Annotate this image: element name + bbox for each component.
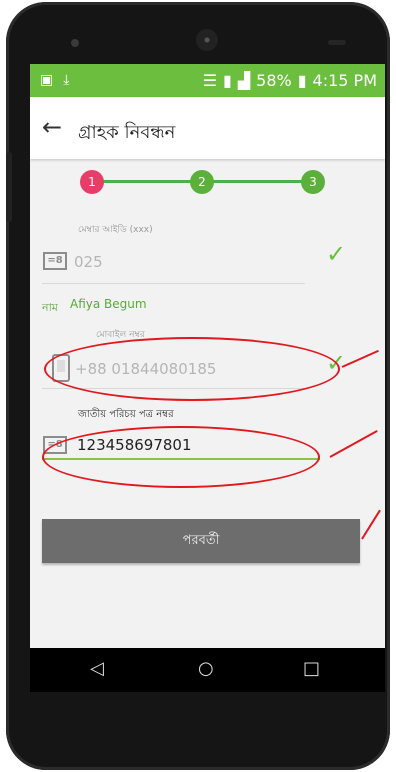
name-label: নাম bbox=[42, 301, 58, 314]
status-bar: ▣ ⤓ ☰ ▮ ▟ 58% ▮ 4:15 PM bbox=[30, 64, 385, 97]
nav-back-icon[interactable]: ◁ bbox=[90, 658, 104, 679]
battery-percent: 58% bbox=[256, 71, 292, 90]
step-2[interactable]: 2 bbox=[190, 170, 214, 194]
id-card-icon: =8 bbox=[43, 252, 67, 270]
step-1[interactable]: 1 bbox=[80, 170, 104, 194]
proximity-sensor bbox=[328, 40, 346, 45]
step-3[interactable]: 3 bbox=[301, 170, 325, 194]
next-button[interactable]: পরবর্তী bbox=[42, 519, 360, 563]
member-id-check-icon: ✓ bbox=[326, 240, 347, 268]
member-id-underline bbox=[42, 283, 305, 284]
side-button bbox=[6, 152, 12, 222]
app-bar: ← গ্রাহক নিবন্ধন bbox=[30, 97, 385, 159]
page-title: গ্রাহক নিবন্ধন bbox=[78, 122, 176, 143]
registration-stepper: 1 2 3 bbox=[80, 170, 325, 194]
nav-recents-icon[interactable]: □ bbox=[303, 658, 320, 679]
front-camera-icon bbox=[71, 39, 79, 47]
member-id-field[interactable]: 025 bbox=[74, 253, 103, 271]
back-arrow-icon[interactable]: ← bbox=[42, 115, 62, 139]
annotation-oval-nid bbox=[42, 426, 320, 488]
speaker-grille-icon bbox=[196, 29, 218, 51]
clock: 4:15 PM bbox=[312, 71, 377, 90]
annotation-oval-mobile bbox=[44, 337, 340, 401]
sim-icon: ▮ bbox=[223, 71, 232, 90]
wifi-icon: ☰ bbox=[202, 71, 218, 90]
signal-icon: ▟ bbox=[237, 71, 251, 90]
nid-label: জাতীয় পরিচয় পত্র নম্বর bbox=[78, 409, 174, 420]
member-id-label: মেম্বার আইডি (xxx) bbox=[78, 225, 153, 235]
screenshot-icon: ▣ bbox=[40, 72, 54, 88]
battery-icon: ▮ bbox=[297, 71, 307, 90]
nav-home-icon[interactable]: ○ bbox=[198, 658, 214, 679]
name-value: Afiya Begum bbox=[70, 297, 147, 311]
download-icon: ⤓ bbox=[63, 72, 70, 88]
android-nav-bar: ◁ ○ □ bbox=[30, 648, 385, 692]
